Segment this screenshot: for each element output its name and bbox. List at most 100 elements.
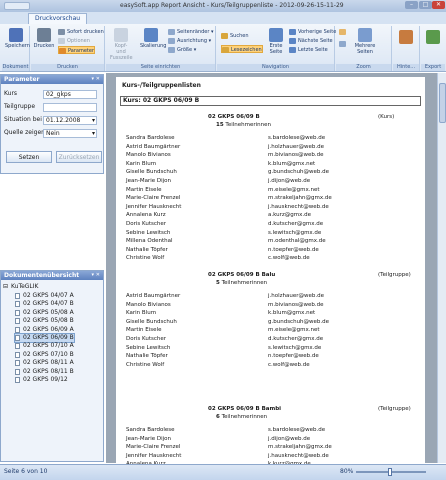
parameter-button[interactable]: Parameter [58, 46, 96, 54]
tree-item[interactable]: 02 GKPS 08/11 A [15, 359, 74, 367]
member-name: Manolo Bivianos [126, 301, 171, 308]
page-color-icon[interactable] [399, 30, 413, 44]
reset-button[interactable]: Zurücksetzen [56, 151, 102, 163]
document-icon [15, 335, 20, 341]
tree-item[interactable]: 02 GKPS 05/08 B [15, 317, 74, 325]
bookmarks-button[interactable]: Lesezeichen [221, 45, 263, 53]
preview-area: Kurs-/Teilgruppenlisten Kurs: 02 GKPS 06… [106, 73, 437, 476]
margins-icon [168, 29, 175, 35]
document-icon [15, 293, 20, 299]
tree-item[interactable]: 02 GKPS 06/09 B [14, 333, 75, 343]
setzen-button[interactable]: Setzen [6, 151, 52, 163]
multiple-pages-button[interactable]: Mehrere Seiten [352, 28, 378, 55]
previous-page-button[interactable]: Vorherige Seite [289, 28, 336, 36]
tree-item[interactable]: 02 GKPS 04/07 B [15, 300, 74, 308]
quick-access-toolbar[interactable] [4, 2, 30, 10]
member-row: Christine Wolf c.wolf@web.de [126, 254, 416, 262]
first-page-button[interactable]: Erste Seite [265, 28, 287, 55]
first-page-icon [269, 28, 283, 42]
member-email: s.lewitsch@gmx.de [268, 229, 322, 236]
print-now-button[interactable]: Sofort drucken [58, 28, 104, 36]
member-name: Marie-Claire Frenzel [126, 444, 181, 451]
hand-icon [339, 29, 346, 35]
group-count: 15 Teilnehmerinnen [216, 122, 271, 128]
options-button[interactable]: Optionen [58, 37, 90, 45]
member-name: Manolo Bivianos [126, 152, 171, 159]
next-page-button[interactable]: Nächste Seite [289, 37, 333, 45]
member-email: g.bundschuh@web.de [268, 318, 330, 325]
member-row: Martin Eisele m.eisele@gmx.net [126, 326, 416, 334]
size-icon [168, 47, 175, 53]
close-button[interactable]: ✕ [432, 1, 445, 9]
tree-item[interactable]: 02 GKPS 08/11 B [15, 368, 74, 376]
tree-item[interactable]: 02 GKPS 09/12 [15, 376, 68, 384]
pin-icon[interactable]: ▾ ✕ [92, 76, 100, 82]
scroll-thumb[interactable] [439, 83, 446, 123]
tree-item[interactable]: 02 GKPS 07/10 B [15, 351, 74, 359]
tree-item[interactable]: 02 GKPS 05/08 A [15, 309, 74, 317]
member-row: Nathalie Töpfer n.toepfer@web.de [126, 246, 416, 254]
scaling-icon [144, 28, 158, 42]
member-email: c.wolf@web.de [268, 255, 310, 262]
tree-item[interactable]: 02 GKPS 07/10 A [15, 342, 74, 350]
zoom-slider-knob[interactable] [388, 468, 392, 476]
tree-item[interactable]: 02 GKPS 04/07 A [15, 292, 74, 300]
bookmark-icon [222, 47, 229, 53]
member-email: j.dijon@web.de [268, 435, 311, 442]
member-row: Marie-Claire Frenzel m.strakeljahn@gmx.de [126, 194, 416, 202]
save-button[interactable]: Speichern [5, 28, 30, 49]
zoom-level: 80% [340, 468, 354, 475]
collapse-icon[interactable]: ⊟ [3, 283, 8, 291]
member-name: Sebine Lewitsch [126, 344, 171, 351]
scaling-button[interactable]: Skalierung [140, 28, 166, 49]
pin-icon[interactable]: ▾ ✕ [92, 272, 100, 278]
tree-item[interactable]: 02 GKPS 06/09 A [15, 326, 74, 334]
member-email: j.holzhauer@web.de [268, 143, 325, 150]
field-label-situation: Situation bei [4, 116, 42, 123]
parameter-icon [59, 48, 66, 54]
last-page-button[interactable]: Letzte Seite [289, 46, 328, 54]
tree-root[interactable]: ⊟ KuTeGLIK [3, 283, 38, 291]
member-email: d.kutscher@gmx.de [268, 221, 324, 227]
situation-date-input[interactable]: 01.12.2008 ▾ [43, 116, 97, 125]
member-name: Martin Eisele [126, 186, 162, 193]
member-name: Doris Kutscher [126, 336, 166, 342]
kurs-input[interactable]: 02_gkps [43, 90, 97, 99]
header-footer-button[interactable]: Kopf- und Fusszeile [110, 28, 133, 61]
search-button[interactable]: Suchen [221, 32, 249, 40]
member-email: k.blum@gmx.net [268, 160, 316, 167]
print-button[interactable]: Drucken [33, 28, 55, 49]
member-name: Christine Wolf [126, 361, 165, 368]
group-name: 02 GKPS 06/09 B Balu [208, 272, 276, 278]
member-name: Marie-Claire Frenzel [126, 195, 181, 202]
window-title: easySoft.app Report Ansicht - Kurs/Teilg… [120, 2, 344, 9]
group-hintergrund: Hinte... [393, 26, 420, 71]
tab-druckvorschau[interactable]: Druckvorschau [28, 13, 88, 24]
member-email: s.bardolese@web.de [268, 427, 326, 433]
member-name: Karin Blum [126, 310, 157, 317]
vertical-scrollbar[interactable] [437, 73, 446, 463]
maximize-button[interactable]: □ [419, 1, 432, 9]
margins-dropdown[interactable]: Seitenränder ▾ [168, 28, 214, 36]
export-icon[interactable] [426, 30, 440, 44]
teilgruppe-input[interactable] [43, 103, 97, 112]
field-label-quelle: Quelle zeigen [4, 129, 45, 136]
member-email: g.bundschuh@web.de [268, 169, 330, 176]
orientation-dropdown[interactable]: Ausrichtung ▾ [168, 37, 211, 45]
member-row: Jennifer Hausknecht j.hausknecht@web.de [126, 203, 416, 211]
field-label-kurs: Kurs [4, 90, 18, 97]
document-overview-header: Dokumentenübersicht ▾ ✕ [1, 271, 103, 280]
size-dropdown[interactable]: Größe ▾ [168, 46, 196, 54]
member-row: Doris Kutscher d.kutscher@gmx.de [126, 335, 416, 343]
member-email: n.toepfer@web.de [268, 246, 319, 253]
quelle-select[interactable]: Nein ▾ [43, 129, 97, 138]
printer-icon [37, 28, 51, 42]
hand-tool-button[interactable] [339, 28, 348, 36]
minimize-button[interactable]: – [405, 1, 418, 9]
zoom-tool-button[interactable] [339, 40, 348, 48]
member-row: Jennifer Hausknecht j.hausknecht@web.de [126, 452, 416, 460]
document-icon [15, 326, 20, 333]
calendar-dropdown-icon[interactable]: ▾ [92, 117, 95, 125]
document-icon [15, 309, 20, 316]
member-name: Sebine Lewitsch [126, 229, 171, 236]
